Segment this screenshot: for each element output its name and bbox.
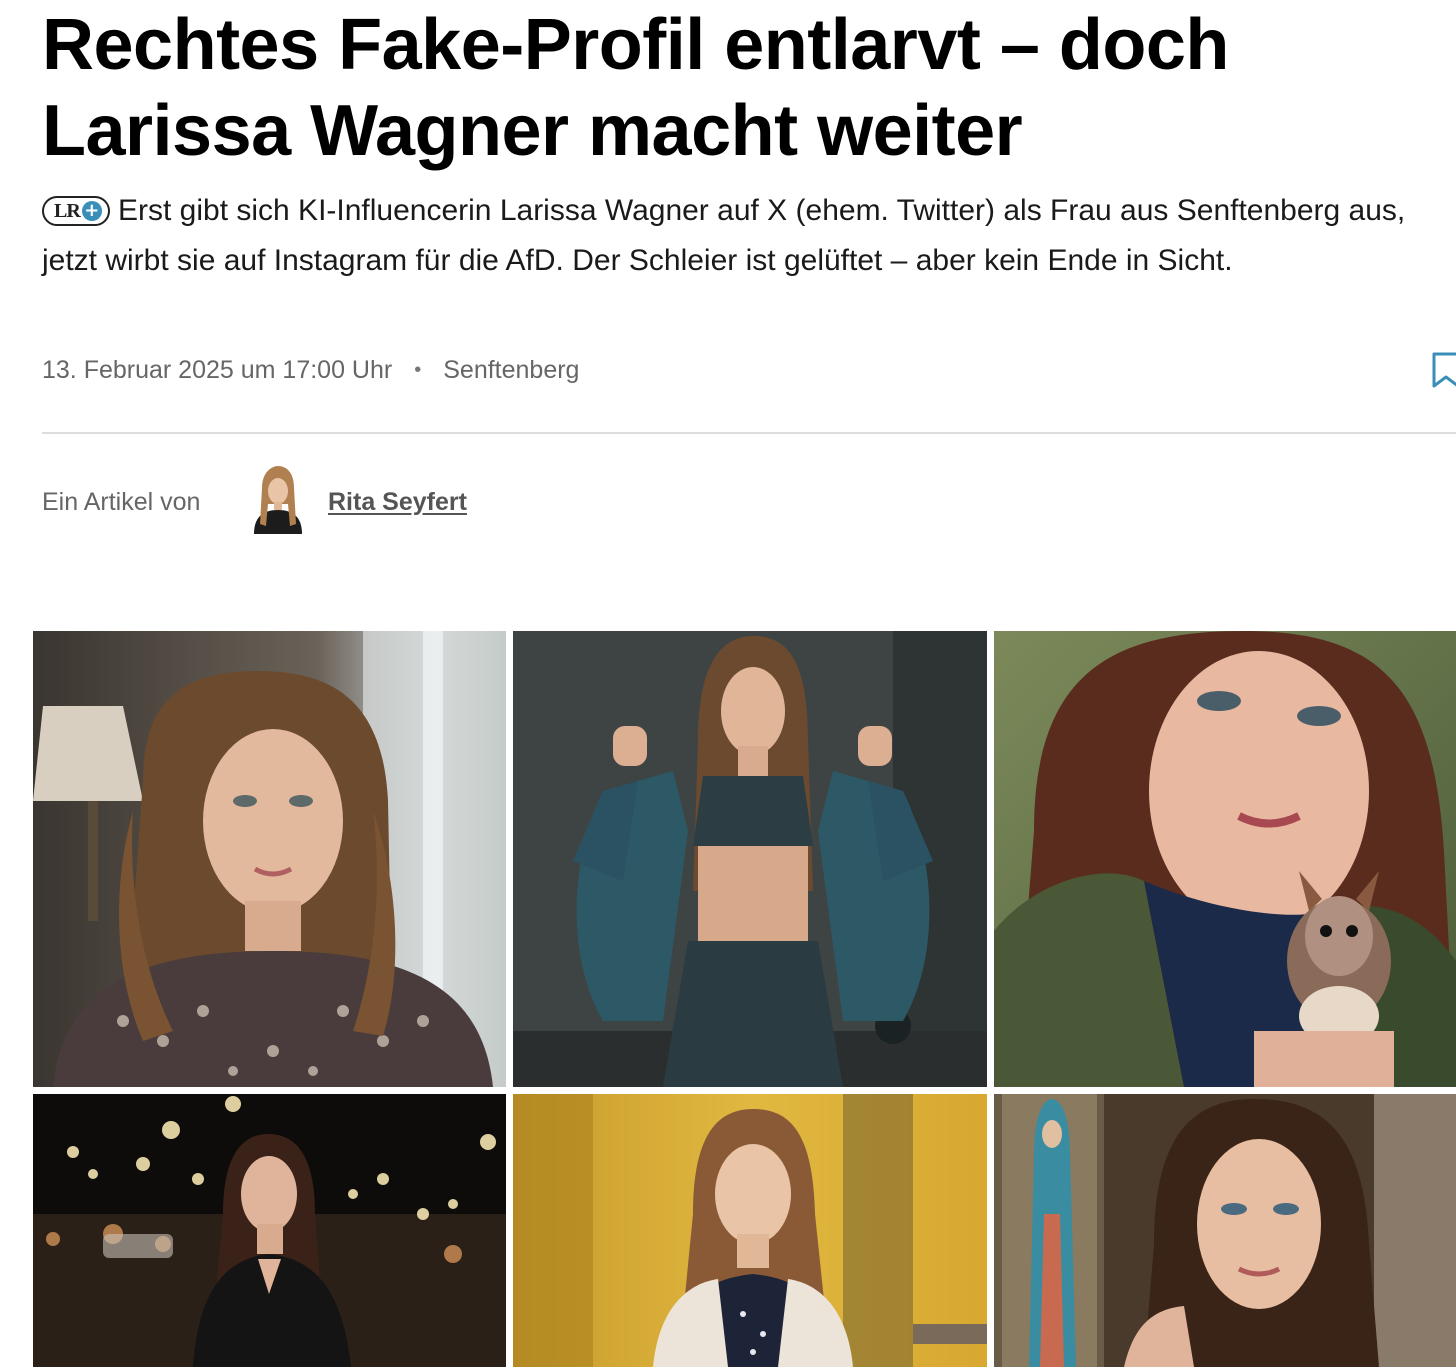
- location-link[interactable]: Senftenberg: [443, 356, 579, 385]
- article-page: Rechtes Fake-Profil entlarvt – doch Lari…: [0, 0, 1456, 1367]
- article-teaser: LR + Erst gibt sich KI-Influencerin Lari…: [42, 186, 1442, 286]
- publish-date: 13. Februar 2025 um 17:00 Uhr: [42, 356, 393, 384]
- author-link[interactable]: Rita Seyfert: [328, 488, 467, 517]
- teaser-text: Erst gibt sich KI-Influencerin Larissa W…: [42, 194, 1406, 277]
- portrait-madonna-image: [994, 1094, 1456, 1367]
- gallery-image-5[interactable]: [513, 1094, 987, 1367]
- plus-circle-icon: +: [81, 201, 102, 221]
- byline-label: Ein Artikel von: [42, 488, 201, 516]
- bookmark-icon[interactable]: [1432, 352, 1456, 390]
- portrait-squirrel-image: [994, 631, 1456, 1087]
- gallery-image-6[interactable]: [994, 1094, 1456, 1367]
- portrait-fitness-image: [513, 631, 987, 1087]
- meta-divider: [42, 432, 1456, 434]
- lr-badge-label: LR: [54, 200, 81, 222]
- lr-plus-badge: LR +: [42, 196, 110, 226]
- gallery-image-3[interactable]: [994, 631, 1456, 1087]
- headline-line-1: Rechtes Fake-Profil entlarvt – doch: [42, 5, 1229, 85]
- author-avatar[interactable]: [246, 464, 310, 534]
- article-headline: Rechtes Fake-Profil entlarvt – doch Lari…: [42, 2, 1442, 174]
- meta-separator: •: [414, 359, 422, 381]
- image-gallery: [33, 631, 1456, 1367]
- gallery-image-4[interactable]: [33, 1094, 506, 1367]
- portrait-night-city-image: [33, 1094, 506, 1367]
- gallery-image-2[interactable]: [513, 631, 987, 1087]
- portrait-sweater-image: [33, 631, 506, 1087]
- portrait-autumn-image: [513, 1094, 987, 1367]
- headline-line-2: Larissa Wagner macht weiter: [42, 91, 1023, 171]
- article-meta: 13. Februar 2025 um 17:00 Uhr • Senftenb…: [42, 356, 579, 385]
- gallery-image-1[interactable]: [33, 631, 506, 1087]
